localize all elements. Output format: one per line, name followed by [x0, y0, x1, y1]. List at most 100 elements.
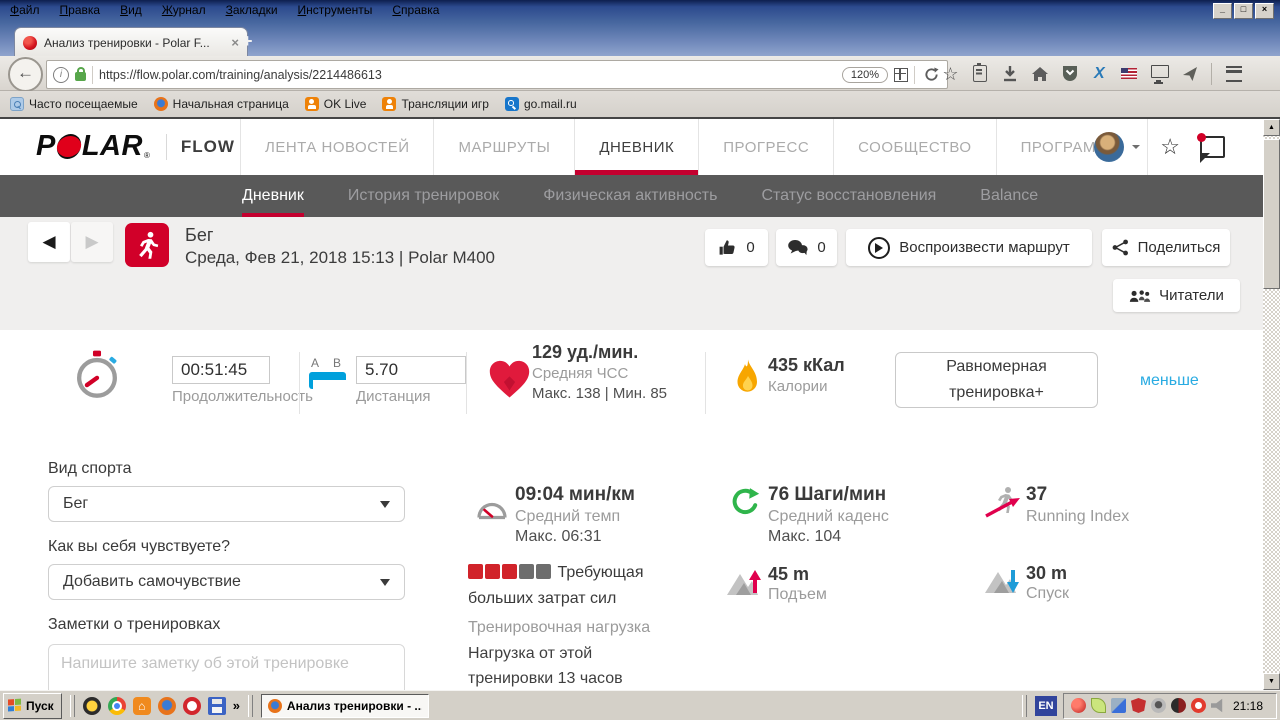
avatar[interactable]: [1094, 132, 1124, 162]
aimp-icon[interactable]: [83, 697, 101, 715]
avg-hr-label: Средняя ЧСС: [532, 365, 628, 382]
x-extension-icon[interactable]: X: [1091, 64, 1108, 84]
divider: [299, 352, 300, 414]
tray-volume-icon[interactable]: [1211, 698, 1226, 713]
chevron-down-icon[interactable]: [1132, 145, 1140, 153]
tab-close-icon[interactable]: ×: [231, 35, 239, 50]
chrome-icon[interactable]: [108, 697, 126, 715]
language-indicator[interactable]: EN: [1035, 696, 1057, 716]
restore-button[interactable]: □: [1234, 3, 1253, 19]
subnav-activity[interactable]: Физическая активность: [543, 175, 717, 217]
readers-button[interactable]: Читатели: [1113, 279, 1240, 312]
bookmark-streams[interactable]: Трансляции игр: [382, 97, 489, 111]
new-tab-button[interactable]: +: [242, 33, 253, 49]
messages-icon[interactable]: [1200, 136, 1225, 158]
bookmark-ok-live[interactable]: OK Live: [305, 97, 367, 111]
menu-tools[interactable]: Инструменты: [298, 3, 373, 17]
reload-icon[interactable]: [921, 65, 941, 85]
cadence-label: Средний каденс: [768, 508, 889, 526]
zoom-level-badge[interactable]: 120%: [842, 67, 888, 83]
tray-antivirus-icon[interactable]: [1071, 698, 1086, 713]
url-input[interactable]: https://flow.polar.com/training/analysis…: [99, 68, 836, 82]
quick-launch: ⌂ »: [83, 697, 240, 715]
subnav-history[interactable]: История тренировок: [348, 175, 499, 217]
replay-route-button[interactable]: Воспроизвести маршрут: [846, 229, 1092, 266]
quick-launch-overflow[interactable]: »: [233, 698, 240, 713]
nav-diary[interactable]: ДНЕВНИК: [575, 119, 699, 175]
tray-ring-icon[interactable]: [1191, 698, 1206, 713]
nav-progress[interactable]: ПРОГРЕСС: [699, 119, 834, 175]
running-index-value: 37: [1026, 484, 1047, 506]
bookmark-go-mail[interactable]: go.mail.ru: [505, 97, 577, 111]
distance-input[interactable]: [356, 356, 466, 384]
firefox-icon[interactable]: [158, 697, 176, 715]
next-session-button[interactable]: ▶: [71, 222, 113, 262]
pocket-shield-icon[interactable]: [1061, 64, 1078, 84]
subnav-diary[interactable]: Дневник: [242, 175, 304, 217]
favorites-star-icon[interactable]: ☆: [1160, 134, 1180, 160]
notification-dot: [1197, 133, 1206, 142]
nav-community[interactable]: СООБЩЕСТВО: [834, 119, 996, 175]
minimize-button[interactable]: _: [1213, 3, 1232, 19]
menu-hamburger-icon[interactable]: [1225, 64, 1242, 84]
comments-button[interactable]: 0: [776, 229, 837, 266]
send-icon[interactable]: [1182, 64, 1199, 84]
share-button[interactable]: Поделиться: [1102, 229, 1230, 266]
back-button[interactable]: ←: [8, 57, 43, 92]
menu-help[interactable]: Справка: [392, 3, 439, 17]
tray-leaf-icon[interactable]: [1091, 698, 1106, 713]
menu-edit[interactable]: Правка: [60, 3, 101, 17]
save-app-icon[interactable]: [208, 697, 226, 715]
home-icon[interactable]: [1031, 64, 1048, 84]
page-scrollbar[interactable]: ▲ ▼: [1263, 119, 1280, 690]
feeling-value: Добавить самочувствие: [63, 573, 241, 591]
training-benefit-button[interactable]: Равномерная тренировка+: [895, 352, 1098, 408]
download-icon[interactable]: [1002, 64, 1019, 84]
duration-input[interactable]: [172, 356, 270, 384]
menu-bookmarks[interactable]: Закладки: [226, 3, 278, 17]
feeling-select[interactable]: Добавить самочувствие: [48, 564, 405, 600]
bookmark-star-icon[interactable]: ☆: [942, 64, 959, 84]
menu-history[interactable]: Журнал: [162, 3, 206, 17]
bookmarks-bar: Часто посещаемые Начальная страница OK L…: [0, 91, 1280, 119]
start-button[interactable]: Пуск: [3, 693, 62, 719]
previous-session-button[interactable]: ◀: [28, 222, 70, 262]
menu-file[interactable]: Файл: [10, 3, 40, 17]
like-button[interactable]: 0: [705, 229, 768, 266]
tray-disc-icon[interactable]: [1171, 698, 1186, 713]
browser-titlebar: Файл Правка Вид Журнал Закладки Инструме…: [0, 0, 1280, 56]
tray-network-icon[interactable]: [1111, 698, 1126, 713]
home-app-icon[interactable]: ⌂: [133, 697, 151, 715]
flag-icon[interactable]: [1121, 64, 1138, 84]
session-datetime: Среда, Фев 21, 2018 15:13 | Polar M400: [185, 248, 495, 268]
readers-people-icon: [1129, 289, 1151, 303]
heart-icon: [487, 358, 532, 399]
nav-routes[interactable]: МАРШРУТЫ: [434, 119, 575, 175]
tray-webcam-icon[interactable]: [1151, 698, 1166, 713]
collapse-link[interactable]: меньше: [1140, 372, 1199, 390]
close-button[interactable]: ×: [1255, 3, 1274, 19]
scrollbar-thumb[interactable]: [1263, 139, 1280, 289]
calories-value: 435 кКал: [768, 355, 845, 376]
active-task-button[interactable]: Анализ тренировки - ...: [261, 694, 429, 718]
polar-logo[interactable]: P LAR ® FLOW: [36, 130, 235, 163]
scroll-down-button[interactable]: ▼: [1263, 673, 1280, 690]
opera-icon[interactable]: [183, 697, 201, 715]
scroll-up-button[interactable]: ▲: [1263, 119, 1280, 136]
sport-type-select[interactable]: Бег: [48, 486, 405, 522]
bookmark-frequent[interactable]: Часто посещаемые: [10, 97, 138, 111]
frequent-sites-icon: [10, 97, 24, 111]
monitor-icon[interactable]: [1151, 64, 1169, 84]
menu-view[interactable]: Вид: [120, 3, 142, 17]
subnav-recovery[interactable]: Статус восстановления: [761, 175, 936, 217]
tray-shield-icon[interactable]: [1131, 698, 1146, 713]
nav-feed[interactable]: ЛЕНТА НОВОСТЕЙ: [240, 119, 434, 175]
bookmark-homepage[interactable]: Начальная страница: [154, 97, 289, 111]
polar-favicon-icon: [23, 36, 37, 50]
grid-icon[interactable]: [894, 68, 908, 82]
browser-tab[interactable]: Анализ тренировки - Polar F... ×: [14, 27, 248, 57]
info-icon[interactable]: i: [53, 67, 69, 83]
clipboard-icon[interactable]: [972, 64, 989, 84]
subnav-balance[interactable]: Balance: [980, 175, 1038, 217]
address-bar[interactable]: i https://flow.polar.com/training/analys…: [46, 60, 948, 89]
